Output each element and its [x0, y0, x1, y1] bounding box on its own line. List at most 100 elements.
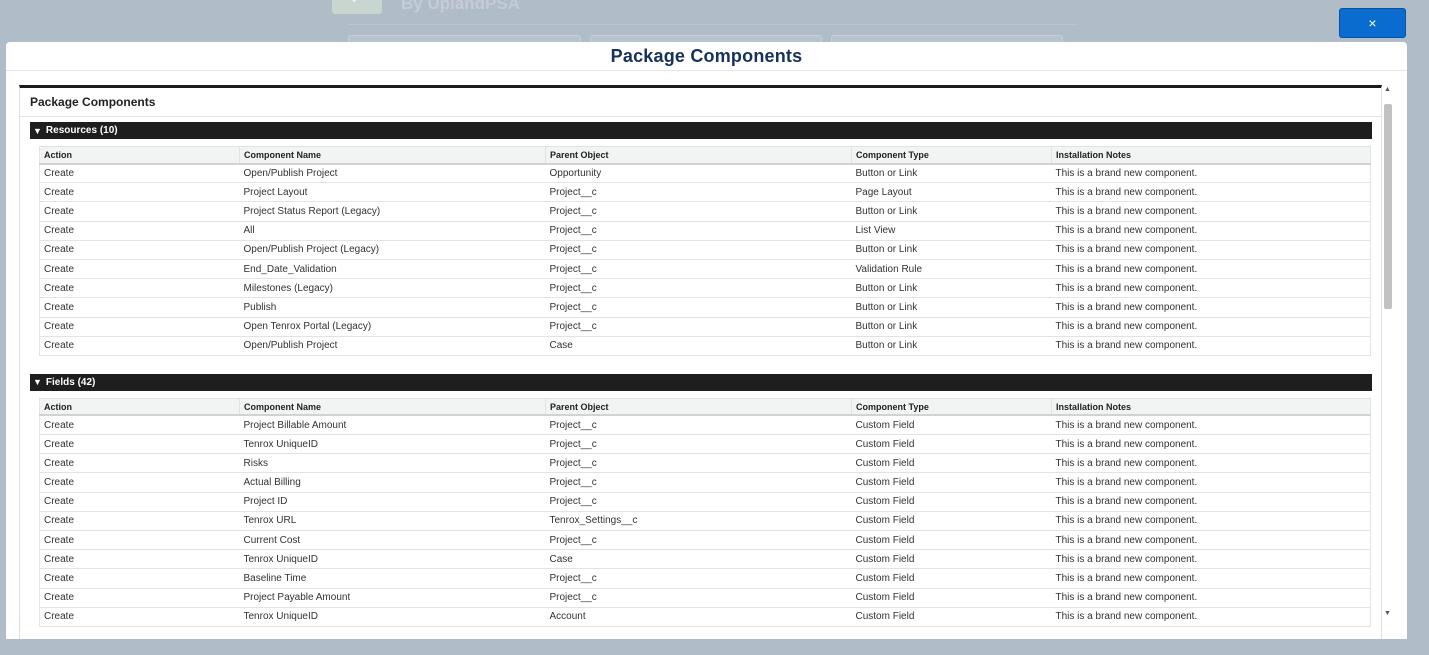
table-cell: Button or Link: [851, 278, 1052, 299]
table-cell: Button or Link: [851, 297, 1052, 318]
table-row: Create Publish Project__c Button or Link Thi…: [39, 297, 1371, 318]
table-cell: Create: [39, 568, 240, 589]
table-cell: Create: [39, 221, 240, 241]
table-cell: Opportunity: [545, 163, 852, 184]
table-cell: Project__c: [545, 259, 852, 280]
table-cell: Project__c: [545, 453, 852, 474]
close-icon: ×: [1368, 15, 1377, 31]
table-cell: Case: [545, 336, 852, 356]
scroll-down-arrow-icon[interactable]: ▼: [1384, 610, 1391, 617]
table-cell: Project__c: [545, 415, 852, 436]
table-cell: Project__c: [545, 588, 852, 608]
table-cell: Actual Billing: [239, 472, 546, 493]
table-cell: Project Layout: [239, 182, 546, 203]
table-cell: Custom Field: [851, 453, 1052, 474]
table-cell: Button or Link: [851, 240, 1052, 260]
table-row: Create Project Billable Amount Project__c C…: [39, 415, 1371, 436]
table-cell: Create: [39, 336, 240, 356]
table-cell: This is a brand new component.: [1051, 240, 1371, 260]
table-cell: Risks: [239, 453, 546, 474]
table-cell: Project__c: [545, 492, 852, 512]
table-cell: Tenrox UniqueID: [239, 607, 546, 627]
table-row: Create Project Layout Project__c Page Layou…: [39, 182, 1371, 203]
table-cell: Open/Publish Project: [239, 336, 546, 356]
column-header: Parent Object: [545, 397, 852, 417]
table-cell: Project__c: [545, 201, 852, 222]
table-cell: Create: [39, 511, 240, 532]
background-divider: [348, 24, 1078, 25]
table-cell: Custom Field: [851, 549, 1052, 570]
column-header: Installation Notes: [1051, 397, 1371, 417]
table-cell: Open/Publish Project (Legacy): [239, 240, 546, 260]
triangle-down-icon[interactable]: ▼: [33, 126, 42, 136]
section-header[interactable]: ▼ Resources (10): [30, 122, 1372, 139]
table-cell: Create: [39, 415, 240, 436]
table-row: Create Open/Publish Project Opportunity But…: [39, 163, 1371, 184]
table-cell: This is a brand new component.: [1051, 607, 1371, 627]
table-cell: This is a brand new component.: [1051, 221, 1371, 241]
table-cell: This is a brand new component.: [1051, 317, 1371, 337]
table-cell: Create: [39, 530, 240, 551]
table-cell: Custom Field: [851, 511, 1052, 532]
scrollbar[interactable]: ▲ ▼: [1383, 86, 1393, 626]
components-table: Action Component Name Parent Object Compone…: [39, 397, 1371, 627]
scroll-thumb[interactable]: [1384, 104, 1392, 309]
table-cell: Project__c: [545, 472, 852, 493]
table-cell: This is a brand new component.: [1051, 492, 1371, 512]
table-cell: Create: [39, 278, 240, 299]
table-row: Create Actual Billing Project__c Custom Fie…: [39, 472, 1371, 493]
table-row: Create Project ID Project__c Custom Field Th…: [39, 492, 1371, 512]
table-cell: This is a brand new component.: [1051, 297, 1371, 318]
table-cell: Project__c: [545, 240, 852, 260]
table-row: Create Open Tenrox Portal (Legacy) Project…: [39, 317, 1371, 337]
table-cell: Publish: [239, 297, 546, 318]
table-cell: Create: [39, 297, 240, 318]
table-row: Create Open/Publish Project (Legacy) Proje…: [39, 240, 1371, 260]
close-button[interactable]: ×: [1339, 8, 1406, 38]
table-row: Create Tenrox URL Tenrox_Settings__c Custom…: [39, 511, 1371, 532]
table-cell: Tenrox UniqueID: [239, 549, 546, 570]
table-cell: Project__c: [545, 182, 852, 203]
table-cell: Custom Field: [851, 530, 1052, 551]
section-header[interactable]: ▼ Fields (42): [30, 373, 1372, 391]
table-cell: Button or Link: [851, 201, 1052, 222]
modal-body[interactable]: Package Components ▼ Resources (10) Action…: [19, 85, 1382, 639]
table-cell: Validation Rule: [851, 259, 1052, 280]
triangle-down-icon[interactable]: ▼: [33, 377, 42, 387]
column-header: Component Name: [239, 397, 546, 417]
column-header: Parent Object: [545, 146, 852, 165]
panel-title: Package Components: [20, 88, 1381, 117]
table-cell: Tenrox URL: [239, 511, 546, 532]
table-row: Create End_Date_Validation Project__c Valid…: [39, 259, 1371, 280]
table-cell: Project__c: [545, 297, 852, 318]
table-cell: Custom Field: [851, 415, 1052, 436]
table-cell: Project__c: [545, 221, 852, 241]
modal-title: Package Components: [610, 45, 803, 66]
table-cell: Button or Link: [851, 163, 1052, 184]
column-header: Component Type: [851, 397, 1052, 417]
table-cell: Create: [39, 240, 240, 260]
table-row: Create Tenrox UniqueID Account Custom Field…: [39, 607, 1371, 627]
table-cell: This is a brand new component.: [1051, 163, 1371, 184]
table-cell: This is a brand new component.: [1051, 511, 1371, 532]
table-cell: Project__c: [545, 317, 852, 337]
table-cell: Custom Field: [851, 607, 1052, 627]
table-row: Create Risks Project__c Custom Field This is…: [39, 453, 1371, 474]
table-cell: Custom Field: [851, 492, 1052, 512]
scroll-up-arrow-icon[interactable]: ▲: [1384, 86, 1391, 93]
table-cell: Custom Field: [851, 568, 1052, 589]
table-cell: Project__c: [545, 278, 852, 299]
table-cell: Create: [39, 163, 240, 184]
table-cell: Project__c: [545, 530, 852, 551]
table-cell: Case: [545, 549, 852, 570]
table-cell: This is a brand new component.: [1051, 568, 1371, 589]
section-0: ▼ Resources (10) Action Component Name Paren…: [30, 122, 1372, 374]
table-cell: This is a brand new component.: [1051, 336, 1371, 356]
table-cell: Open/Publish Project: [239, 163, 546, 184]
section-title: Fields (42): [45, 376, 96, 388]
table-cell: Project__c: [545, 568, 852, 589]
table-cell: Current Cost: [239, 530, 546, 551]
app-logo: ✔: [332, 0, 382, 14]
table-row: Create Tenrox UniqueID Project__c Custom Fi…: [39, 434, 1371, 455]
table-cell: Project Payable Amount: [239, 588, 546, 608]
